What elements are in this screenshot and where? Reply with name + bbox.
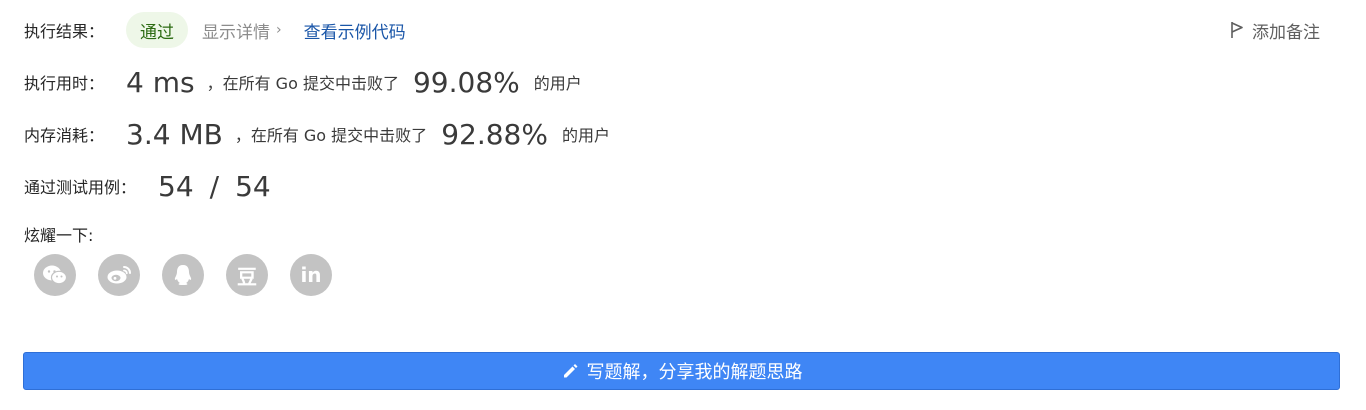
- pencil-icon: [563, 364, 577, 378]
- testcases-row: 通过测试用例： 54 / 54: [24, 166, 271, 206]
- write-solution-label: 写题解，分享我的解题思路: [586, 362, 803, 383]
- douban-icon[interactable]: 豆: [226, 254, 268, 296]
- show-details-label: 显示详情: [202, 22, 271, 43]
- share-icons: 豆 in: [34, 254, 354, 296]
- douban-glyph: 豆: [237, 264, 257, 289]
- linkedin-icon[interactable]: in: [290, 254, 332, 296]
- memory-label: 内存消耗：: [24, 126, 105, 145]
- weibo-icon[interactable]: [98, 254, 140, 296]
- add-note-button[interactable]: 添加备注: [1230, 16, 1320, 44]
- linkedin-glyph: in: [300, 263, 322, 287]
- runtime-compare-text: ，在所有 Go 提交中击败了: [206, 74, 399, 93]
- submission-result-panel: 执行结果： 通过 显示详情 › 查看示例代码 添加备注 执行用时： 4 ms ，…: [0, 0, 1366, 410]
- runtime-label: 执行用时：: [24, 74, 105, 93]
- view-sample-code-link[interactable]: 查看示例代码: [304, 18, 406, 43]
- wechat-icon[interactable]: [34, 254, 76, 296]
- runtime-percent: 99.08%: [412, 65, 520, 99]
- add-note-label: 添加备注: [1252, 22, 1320, 43]
- runtime-suffix: 的用户: [533, 74, 582, 93]
- testcases-label: 通过测试用例：: [24, 178, 137, 197]
- flag-icon: [1231, 22, 1243, 38]
- show-details-link[interactable]: 显示详情 ›: [202, 18, 282, 43]
- result-label: 执行结果：: [24, 22, 105, 41]
- status-badge: 通过: [126, 12, 189, 48]
- testcases-separator: /: [209, 169, 220, 203]
- memory-compare-text: ，在所有 Go 提交中击败了: [234, 126, 428, 145]
- memory-suffix: 的用户: [561, 126, 610, 145]
- memory-row: 内存消耗： 3.4 MB ，在所有 Go 提交中击败了 92.88% 的用户: [24, 114, 610, 154]
- memory-value: 3.4 MB: [126, 117, 223, 151]
- result-row: 执行结果： 通过 显示详情 › 查看示例代码: [24, 12, 406, 48]
- share-row: 炫耀一下:: [24, 220, 93, 248]
- testcases-total: 54: [235, 169, 271, 203]
- memory-percent: 92.88%: [441, 117, 548, 151]
- chevron-right-icon: ›: [276, 22, 282, 38]
- testcases-passed: 54: [158, 169, 194, 203]
- share-label: 炫耀一下:: [24, 226, 94, 245]
- runtime-value: 4 ms: [126, 65, 195, 99]
- qq-icon[interactable]: [162, 254, 204, 296]
- write-solution-button[interactable]: 写题解，分享我的解题思路: [23, 352, 1340, 390]
- runtime-row: 执行用时： 4 ms ，在所有 Go 提交中击败了 99.08% 的用户: [24, 62, 582, 102]
